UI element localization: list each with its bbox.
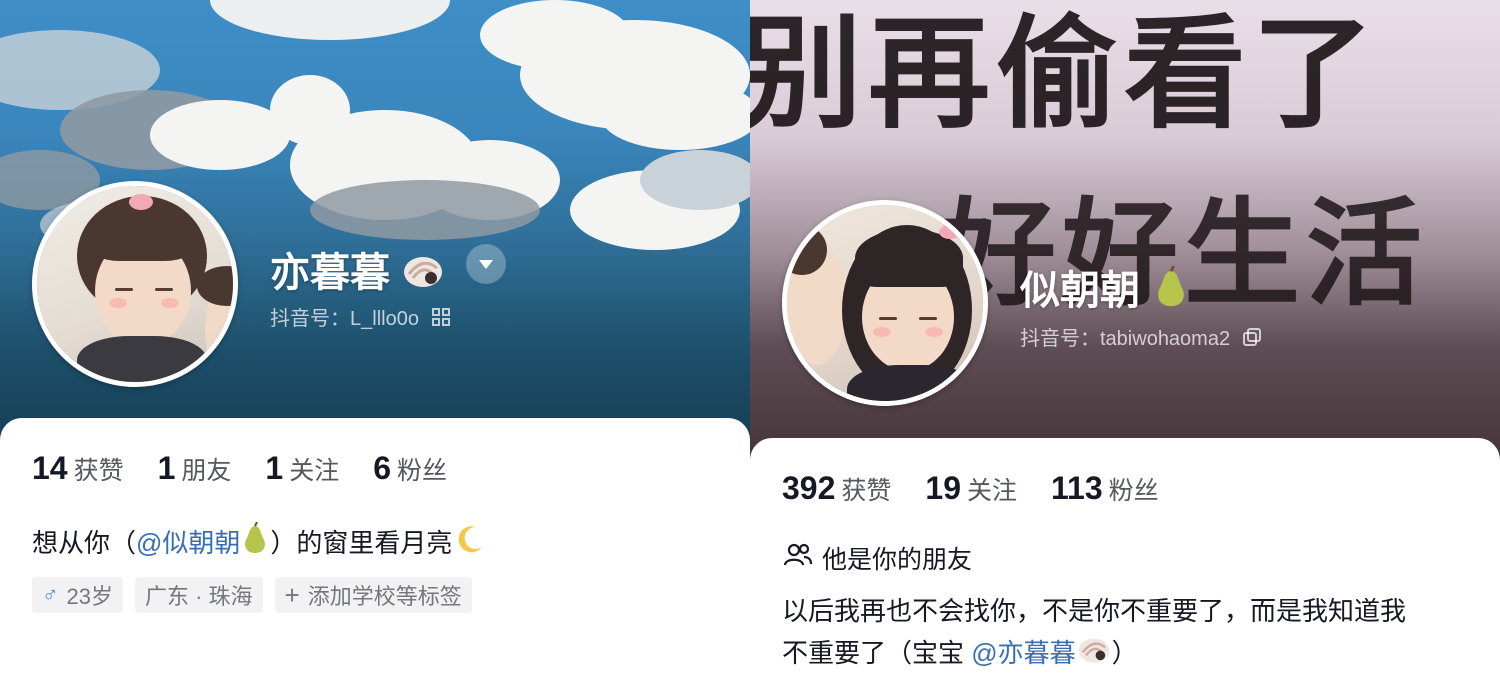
friends-icon: [782, 541, 814, 576]
profile-name: 亦暮暮: [270, 240, 445, 300]
stats-row: 392 获赞 19 关注 113 粉丝: [782, 470, 1193, 507]
account-switch-dropdown-button[interactable]: [466, 244, 506, 284]
tag-gender-age: ♂ 23岁: [32, 577, 123, 613]
stat-likes[interactable]: 392 获赞: [782, 470, 891, 507]
copy-icon[interactable]: [1242, 327, 1262, 353]
crescent-moon-icon: [454, 523, 486, 567]
mention-link[interactable]: @似朝朝: [136, 528, 240, 558]
stat-following[interactable]: 1 关注: [265, 450, 339, 487]
add-tags-button[interactable]: + 添加学校等标签: [274, 577, 472, 613]
douyin-id[interactable]: 抖音号：tabiwohaoma2: [1020, 322, 1262, 353]
left-profile-panel: 亦暮暮 抖音号：L_lllo0o 14 获赞 1 朋友 1 关注 6 粉丝 想从你（@似…: [0, 0, 750, 677]
qr-code-icon[interactable]: [431, 307, 451, 333]
banner-calligraphy-line1: 别再偷看了: [750, 1, 1380, 145]
pear-emoji-icon: [1151, 265, 1191, 320]
stat-followers[interactable]: 6 粉丝: [373, 450, 447, 487]
profile-name: 似朝朝: [1020, 258, 1191, 320]
profile-tags: ♂ 23岁 广东 · 珠海 + 添加学校等标签: [32, 577, 472, 613]
avatar[interactable]: [782, 200, 988, 406]
stat-followers[interactable]: 113 粉丝: [1051, 470, 1159, 507]
bio-text: 想从你（@似朝朝 ）的窗里看月亮: [32, 521, 486, 568]
tag-location: 广东 · 珠海: [134, 577, 263, 613]
shell-emoji-icon: [1076, 633, 1112, 677]
pear-emoji-icon: [240, 521, 270, 568]
right-profile-panel: 别再偷看了 好好生活 似朝朝 抖音号：tabiwohaoma2 392 获赞 19…: [750, 0, 1500, 677]
plus-icon: +: [284, 579, 300, 610]
bio-text-line2: 不重要了（宝宝 @亦暮暮）: [782, 632, 1138, 677]
stat-following[interactable]: 19 关注: [925, 470, 1017, 507]
shell-emoji-icon: [401, 250, 445, 300]
douyin-id[interactable]: 抖音号：L_lllo0o: [270, 302, 451, 333]
avatar[interactable]: [32, 181, 238, 387]
stats-row: 14 获赞 1 朋友 1 关注 6 粉丝: [32, 450, 481, 487]
bio-text-line1: 以后我再也不会找你，不是你不重要了，而是我知道我: [782, 596, 1407, 626]
mention-link[interactable]: @亦暮暮: [971, 638, 1075, 668]
male-icon: ♂: [42, 582, 59, 607]
chevron-down-icon: [479, 259, 493, 269]
friend-relation: 他是你的朋友: [782, 540, 972, 576]
stat-friends[interactable]: 1 朋友: [158, 450, 232, 487]
stat-likes[interactable]: 14 获赞: [32, 450, 124, 487]
